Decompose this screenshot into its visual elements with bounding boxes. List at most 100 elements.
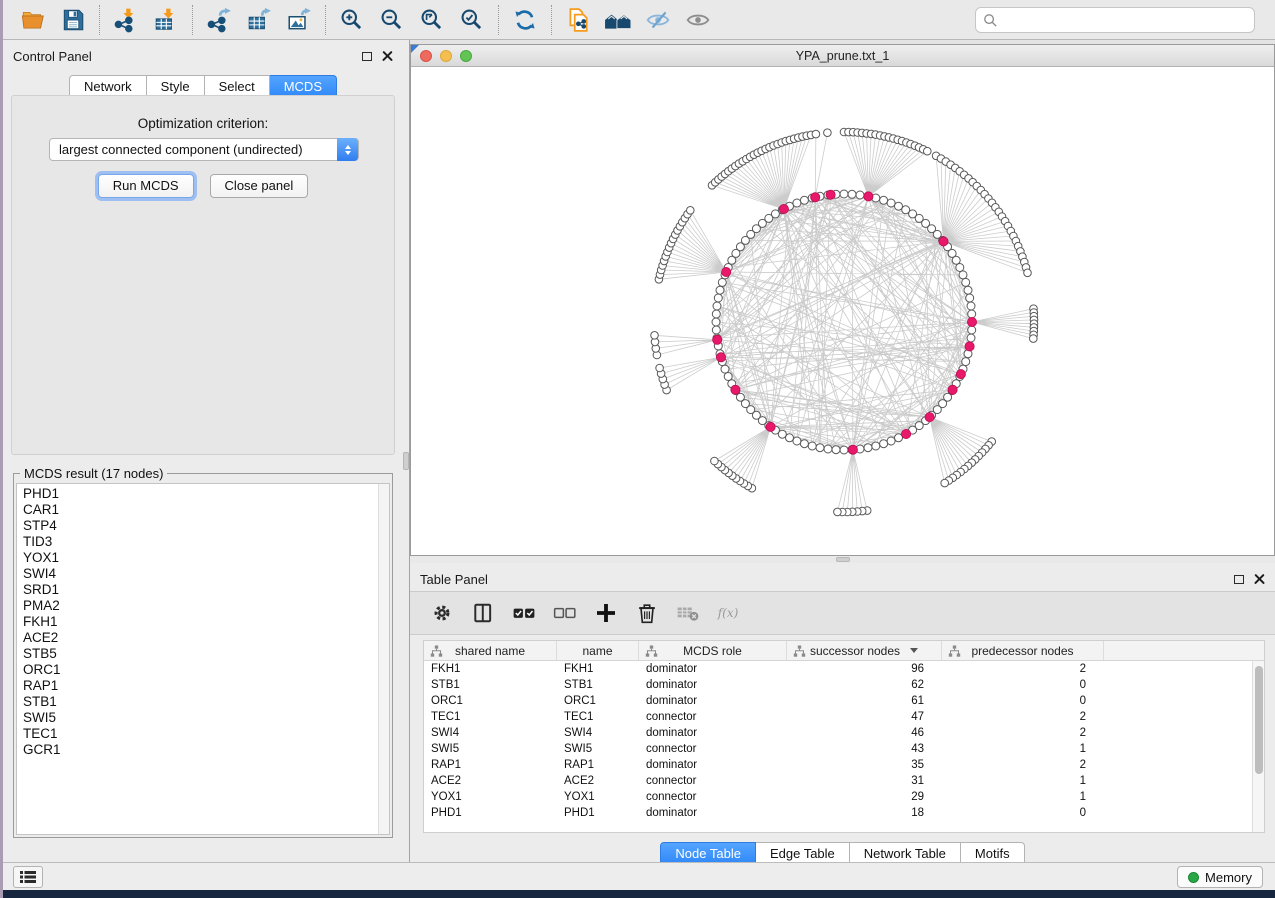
network-canvas[interactable] xyxy=(411,67,1274,555)
table-cell[interactable]: SWI4 xyxy=(424,725,557,741)
table-cell[interactable]: 1 xyxy=(942,789,1104,805)
mcds-result-list[interactable]: PHD1CAR1STP4TID3YOX1SWI4SRD1PMA2FKH1ACE2… xyxy=(16,483,390,835)
mcds-node-item[interactable]: CAR1 xyxy=(23,502,389,518)
table-row[interactable]: TEC1TEC1connector472 xyxy=(424,709,1264,725)
duplicate-network-icon[interactable] xyxy=(558,3,598,37)
table-cell[interactable]: dominator xyxy=(639,661,787,677)
mcds-node-item[interactable]: SRD1 xyxy=(23,582,389,598)
memory-button[interactable]: Memory xyxy=(1177,866,1263,888)
mcds-node-item[interactable]: SWI4 xyxy=(23,566,389,582)
table-cell[interactable]: ORC1 xyxy=(557,693,639,709)
table-row[interactable]: SWI4SWI4dominator462 xyxy=(424,725,1264,741)
deselect-all-checkboxes-icon[interactable] xyxy=(553,601,577,625)
open-file-icon[interactable] xyxy=(13,3,53,37)
mcds-node-item[interactable]: RAP1 xyxy=(23,678,389,694)
table-cell[interactable]: connector xyxy=(639,773,787,789)
splitter-handle[interactable] xyxy=(836,557,850,562)
export-table-icon[interactable] xyxy=(239,3,279,37)
first-neighbors-icon[interactable] xyxy=(598,3,638,37)
table-cell[interactable]: dominator xyxy=(639,677,787,693)
table-cell[interactable]: FKH1 xyxy=(424,661,557,677)
table-cell[interactable]: 0 xyxy=(942,677,1104,693)
run-mcds-button[interactable]: Run MCDS xyxy=(98,174,194,198)
table-cell[interactable]: dominator xyxy=(639,693,787,709)
table-row[interactable]: PHD1PHD1dominator180 xyxy=(424,805,1264,821)
search-input[interactable] xyxy=(975,7,1255,33)
mcds-node-item[interactable]: PMA2 xyxy=(23,598,389,614)
table-cell[interactable]: 0 xyxy=(942,805,1104,821)
mcds-node-item[interactable]: SWI5 xyxy=(23,710,389,726)
table-row[interactable]: FKH1FKH1dominator962 xyxy=(424,661,1264,677)
table-row[interactable]: YOX1YOX1connector291 xyxy=(424,789,1264,805)
scrollbar-track[interactable] xyxy=(1252,661,1264,832)
table-cell[interactable]: TEC1 xyxy=(557,709,639,725)
table-cell[interactable]: ACE2 xyxy=(557,773,639,789)
table-cell[interactable]: PHD1 xyxy=(557,805,639,821)
show-columns-icon[interactable] xyxy=(471,601,495,625)
vertical-splitter[interactable] xyxy=(403,40,410,862)
mcds-node-item[interactable]: PHD1 xyxy=(23,486,389,502)
table-cell[interactable]: 29 xyxy=(787,789,942,805)
table-cell[interactable]: connector xyxy=(639,789,787,805)
table-cell[interactable]: 0 xyxy=(942,693,1104,709)
table-cell[interactable]: 2 xyxy=(942,709,1104,725)
close-panel-icon[interactable] xyxy=(382,51,393,62)
table-cell[interactable]: connector xyxy=(639,709,787,725)
column-header-MCDS-role[interactable]: MCDS role xyxy=(639,641,787,660)
task-history-button[interactable] xyxy=(13,866,43,888)
table-cell[interactable]: dominator xyxy=(639,805,787,821)
table-cell[interactable]: 35 xyxy=(787,757,942,773)
table-cell[interactable]: RAP1 xyxy=(557,757,639,773)
column-header-name[interactable]: name xyxy=(557,641,639,660)
table-cell[interactable]: 2 xyxy=(942,661,1104,677)
import-table-icon[interactable] xyxy=(146,3,186,37)
table-cell[interactable]: 31 xyxy=(787,773,942,789)
table-cell[interactable]: 62 xyxy=(787,677,942,693)
table-cell[interactable]: SWI5 xyxy=(424,741,557,757)
import-network-icon[interactable] xyxy=(106,3,146,37)
mcds-node-item[interactable]: ACE2 xyxy=(23,630,389,646)
column-header-successor-nodes[interactable]: successor nodes xyxy=(787,641,942,660)
float-panel-icon[interactable] xyxy=(1234,575,1244,584)
table-cell[interactable]: 2 xyxy=(942,757,1104,773)
table-cell[interactable]: 47 xyxy=(787,709,942,725)
select-all-checkboxes-icon[interactable] xyxy=(512,601,536,625)
mcds-node-item[interactable]: STP4 xyxy=(23,518,389,534)
table-row[interactable]: ORC1ORC1dominator610 xyxy=(424,693,1264,709)
settings-gear-icon[interactable] xyxy=(430,601,454,625)
table-cell[interactable]: 61 xyxy=(787,693,942,709)
table-cell[interactable]: 1 xyxy=(942,741,1104,757)
column-header-predecessor-nodes[interactable]: predecessor nodes xyxy=(942,641,1104,660)
delete-columns-icon[interactable] xyxy=(635,601,659,625)
table-cell[interactable]: ORC1 xyxy=(424,693,557,709)
mcds-node-item[interactable]: YOX1 xyxy=(23,550,389,566)
table-row[interactable]: SWI5SWI5connector431 xyxy=(424,741,1264,757)
table-row[interactable]: ACE2ACE2connector311 xyxy=(424,773,1264,789)
sort-desc-icon[interactable] xyxy=(910,648,918,653)
table-cell[interactable]: dominator xyxy=(639,757,787,773)
scrollbar-thumb[interactable] xyxy=(1255,666,1263,774)
scrollbar-track[interactable] xyxy=(378,484,389,834)
mcds-node-item[interactable]: TEC1 xyxy=(23,726,389,742)
table-cell[interactable]: 18 xyxy=(787,805,942,821)
mcds-node-item[interactable]: TID3 xyxy=(23,534,389,550)
criterion-dropdown[interactable]: largest connected component (undirected) xyxy=(49,138,359,161)
hide-selected-icon[interactable] xyxy=(638,3,678,37)
table-cell[interactable]: 1 xyxy=(942,773,1104,789)
network-window-titlebar[interactable]: YPA_prune.txt_1 xyxy=(411,45,1274,67)
table-cell[interactable]: 96 xyxy=(787,661,942,677)
table-cell[interactable]: 43 xyxy=(787,741,942,757)
close-panel-button[interactable]: Close panel xyxy=(210,174,309,198)
network-graph[interactable] xyxy=(411,67,1274,555)
table-cell[interactable]: YOX1 xyxy=(424,789,557,805)
add-column-icon[interactable] xyxy=(594,601,618,625)
table-cell[interactable]: TEC1 xyxy=(424,709,557,725)
horizontal-splitter[interactable] xyxy=(410,556,1275,563)
table-cell[interactable]: 2 xyxy=(942,725,1104,741)
save-session-icon[interactable] xyxy=(53,3,93,37)
table-cell[interactable]: FKH1 xyxy=(557,661,639,677)
mcds-node-item[interactable]: STB5 xyxy=(23,646,389,662)
export-image-icon[interactable] xyxy=(279,3,319,37)
zoom-out-icon[interactable] xyxy=(372,3,412,37)
refresh-view-icon[interactable] xyxy=(505,3,545,37)
